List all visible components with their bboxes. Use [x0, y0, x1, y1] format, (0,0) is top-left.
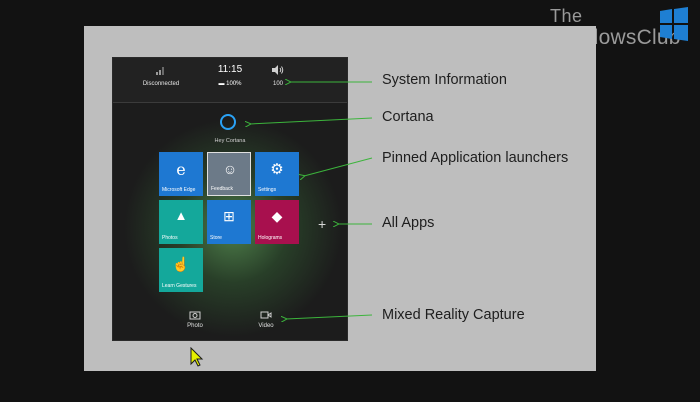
annotation-all-apps: All Apps: [382, 215, 435, 231]
annotation-mixed-reality: Mixed Reality Capture: [382, 307, 525, 323]
arrow-cortana: [250, 117, 373, 124]
annotation-pinned-apps: Pinned Application launchers: [382, 150, 569, 166]
annotation-arrows: [0, 0, 373, 402]
annotation-system-information: System Information: [382, 72, 507, 88]
annotation-cortana: Cortana: [382, 109, 434, 125]
arrow-pinned: [304, 157, 373, 176]
arrow-mixed-reality: [286, 314, 373, 319]
cursor-icon: [190, 347, 204, 367]
